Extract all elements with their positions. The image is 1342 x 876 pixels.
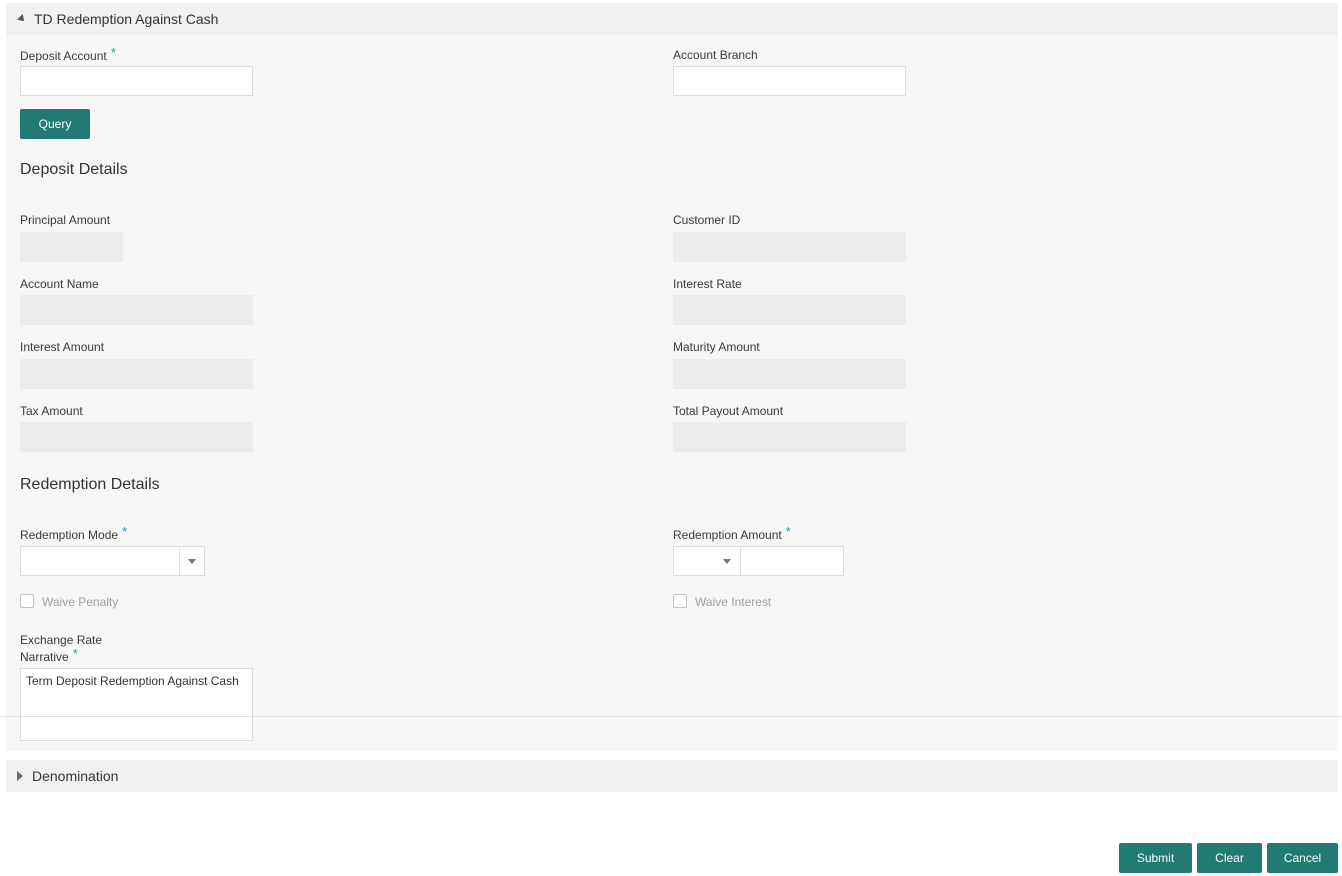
required-asterisk: * bbox=[785, 524, 791, 539]
cancel-button[interactable]: Cancel bbox=[1267, 843, 1338, 873]
redemption-mode-label: Redemption Mode * bbox=[20, 524, 128, 542]
expand-triangle-icon[interactable] bbox=[17, 771, 23, 781]
panel-header[interactable]: TD Redemption Against Cash bbox=[6, 3, 1338, 35]
account-branch-input[interactable] bbox=[673, 66, 906, 96]
narrative-textarea[interactable]: Term Deposit Redemption Against Cash bbox=[20, 668, 253, 741]
redemption-mode-select[interactable] bbox=[20, 546, 205, 576]
waive-penalty-checkbox[interactable] bbox=[20, 594, 34, 608]
redemption-details-title: Redemption Details bbox=[20, 476, 160, 493]
waive-interest-label: Waive Interest bbox=[695, 595, 772, 609]
tax-amount-label: Tax Amount bbox=[20, 404, 83, 418]
denomination-title: Denomination bbox=[32, 768, 119, 784]
denomination-panel-header[interactable]: Denomination bbox=[6, 760, 1338, 792]
chevron-down-icon[interactable] bbox=[188, 559, 196, 564]
interest-rate-label: Interest Rate bbox=[673, 277, 742, 291]
chevron-down-icon[interactable] bbox=[723, 559, 731, 564]
principal-amount-label: Principal Amount bbox=[20, 213, 111, 227]
collapse-triangle-icon[interactable] bbox=[17, 14, 27, 24]
required-asterisk: * bbox=[122, 524, 128, 539]
required-asterisk: * bbox=[110, 45, 116, 60]
submit-button[interactable]: Submit bbox=[1119, 843, 1192, 873]
redemption-currency-select[interactable] bbox=[673, 546, 741, 576]
narrative-label: Narrative * bbox=[20, 646, 78, 664]
deposit-account-label: Deposit Account * bbox=[20, 45, 116, 63]
select-divider bbox=[179, 547, 180, 575]
total-payout-amount-field bbox=[673, 422, 906, 452]
account-branch-label: Account Branch bbox=[673, 48, 758, 62]
redemption-amount-input[interactable] bbox=[740, 546, 844, 576]
principal-amount-field bbox=[20, 232, 123, 262]
maturity-amount-field bbox=[673, 359, 906, 389]
required-asterisk: * bbox=[72, 646, 78, 661]
query-button[interactable]: Query bbox=[20, 109, 90, 139]
panel-title: TD Redemption Against Cash bbox=[34, 11, 219, 27]
exchange-rate-label: Exchange Rate bbox=[20, 633, 103, 647]
account-name-field bbox=[20, 295, 253, 325]
interest-amount-field bbox=[20, 359, 253, 389]
clear-button[interactable]: Clear bbox=[1197, 843, 1262, 873]
customer-id-field bbox=[673, 232, 906, 262]
maturity-amount-label: Maturity Amount bbox=[673, 340, 760, 354]
deposit-account-input[interactable] bbox=[20, 66, 253, 96]
total-payout-amount-label: Total Payout Amount bbox=[673, 404, 784, 418]
divider-line bbox=[0, 716, 1342, 717]
customer-id-label: Customer ID bbox=[673, 213, 741, 227]
interest-amount-label: Interest Amount bbox=[20, 340, 105, 354]
waive-interest-checkbox[interactable] bbox=[673, 594, 687, 608]
account-name-label: Account Name bbox=[20, 277, 99, 291]
redemption-amount-label: Redemption Amount * bbox=[673, 524, 791, 542]
waive-penalty-label: Waive Penalty bbox=[42, 595, 119, 609]
tax-amount-field bbox=[20, 422, 253, 452]
interest-rate-field bbox=[673, 295, 906, 325]
deposit-details-title: Deposit Details bbox=[20, 161, 128, 178]
